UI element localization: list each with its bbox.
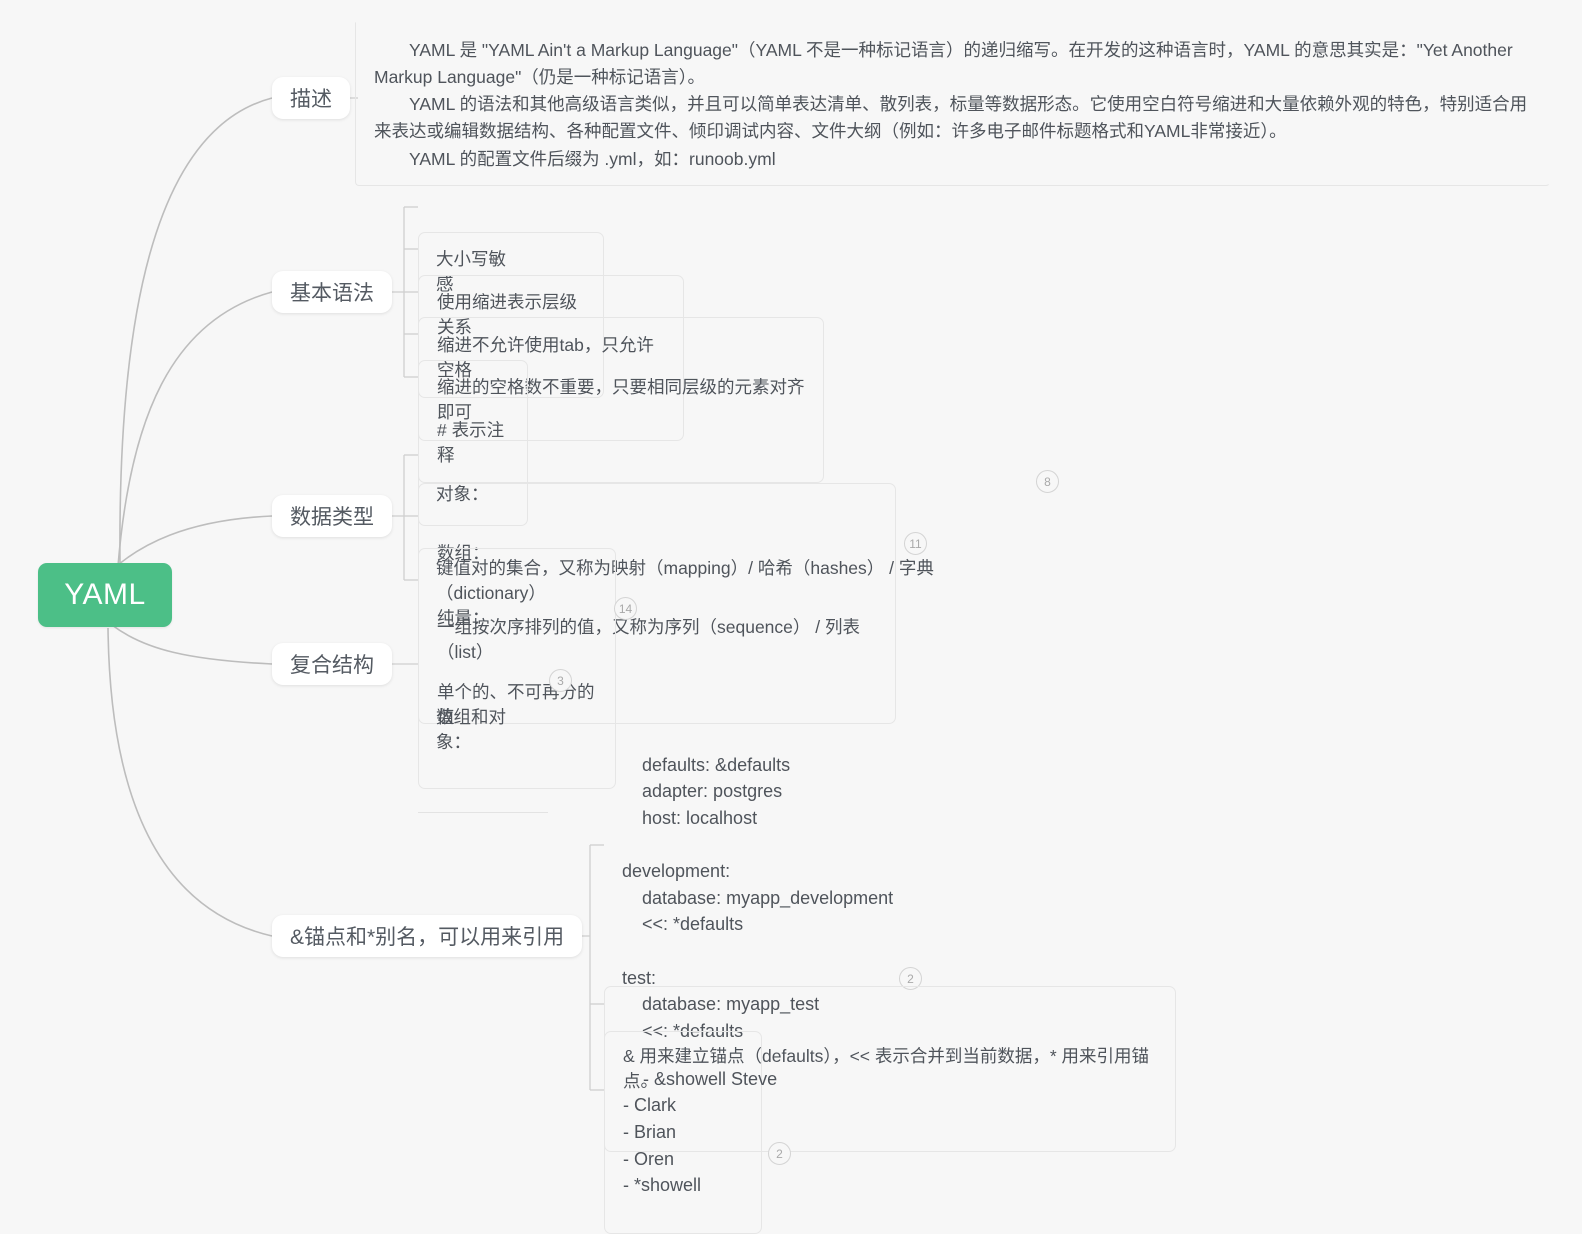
topic-label-composite-structure: 复合结构 <box>290 654 374 677</box>
description-paragraph-2: YAML 的语法和其他高级语言类似，并且可以简单表达清单、散列表，标量等数据形态… <box>374 94 1528 142</box>
link-root-types <box>111 515 273 571</box>
composite-item-1-badge: 3 <box>549 669 572 692</box>
composite-item-1[interactable]: 数组和对象： <box>418 648 548 814</box>
topic-node-basic-syntax[interactable]: 基本语法 <box>272 271 392 313</box>
root-node-label: YAML <box>64 578 146 611</box>
anchor-list-text: - &showell Steve - Clark - Brian - Oren … <box>623 1068 778 1196</box>
link-root-anchor <box>107 627 273 937</box>
anchor-list-block[interactable]: - &showell Steve - Clark - Brian - Oren … <box>604 1031 777 1234</box>
link-root-compose <box>111 624 273 665</box>
topic-node-anchors-aliases[interactable]: &锚点和*别名，可以用来引用 <box>272 915 583 957</box>
topic-node-description[interactable]: 描述 <box>272 77 350 119</box>
topic-label-anchors-aliases: &锚点和*别名，可以用来引用 <box>290 926 565 949</box>
topic-node-data-types[interactable]: 数据类型 <box>272 495 392 537</box>
description-paragraph-3: YAML 的配置文件后缀为 .yml，如：runoob.yml <box>409 148 776 169</box>
composite-item-1-text: 数组和对象： <box>436 706 506 752</box>
datatype-array-badge: 11 <box>904 532 927 555</box>
datatype-scalar-badge: 14 <box>614 597 637 620</box>
mindmap-canvas: YAML 描述 基本语法 数据类型 复合结构 &锚点和*别名，可以用来引用 YA… <box>0 0 1582 1234</box>
description-content-block[interactable]: YAML 是 "YAML Ain't a Markup Language"（YA… <box>355 22 1550 186</box>
datatype-object-badge: 8 <box>1036 470 1059 493</box>
datatype-scalar-title: 纯量： <box>437 607 490 628</box>
link-root-syntax <box>117 291 273 567</box>
topic-node-composite-structure[interactable]: 复合结构 <box>272 643 392 685</box>
root-node-yaml[interactable]: YAML <box>38 563 172 627</box>
topic-label-basic-syntax: 基本语法 <box>290 282 374 305</box>
description-paragraph-1: YAML 是 "YAML Ain't a Markup Language"（YA… <box>374 40 1513 88</box>
anchor-list-badge: 2 <box>768 1142 791 1165</box>
topic-label-description: 描述 <box>290 88 332 111</box>
topic-label-data-types: 数据类型 <box>290 506 374 529</box>
link-root-desc <box>119 97 273 564</box>
